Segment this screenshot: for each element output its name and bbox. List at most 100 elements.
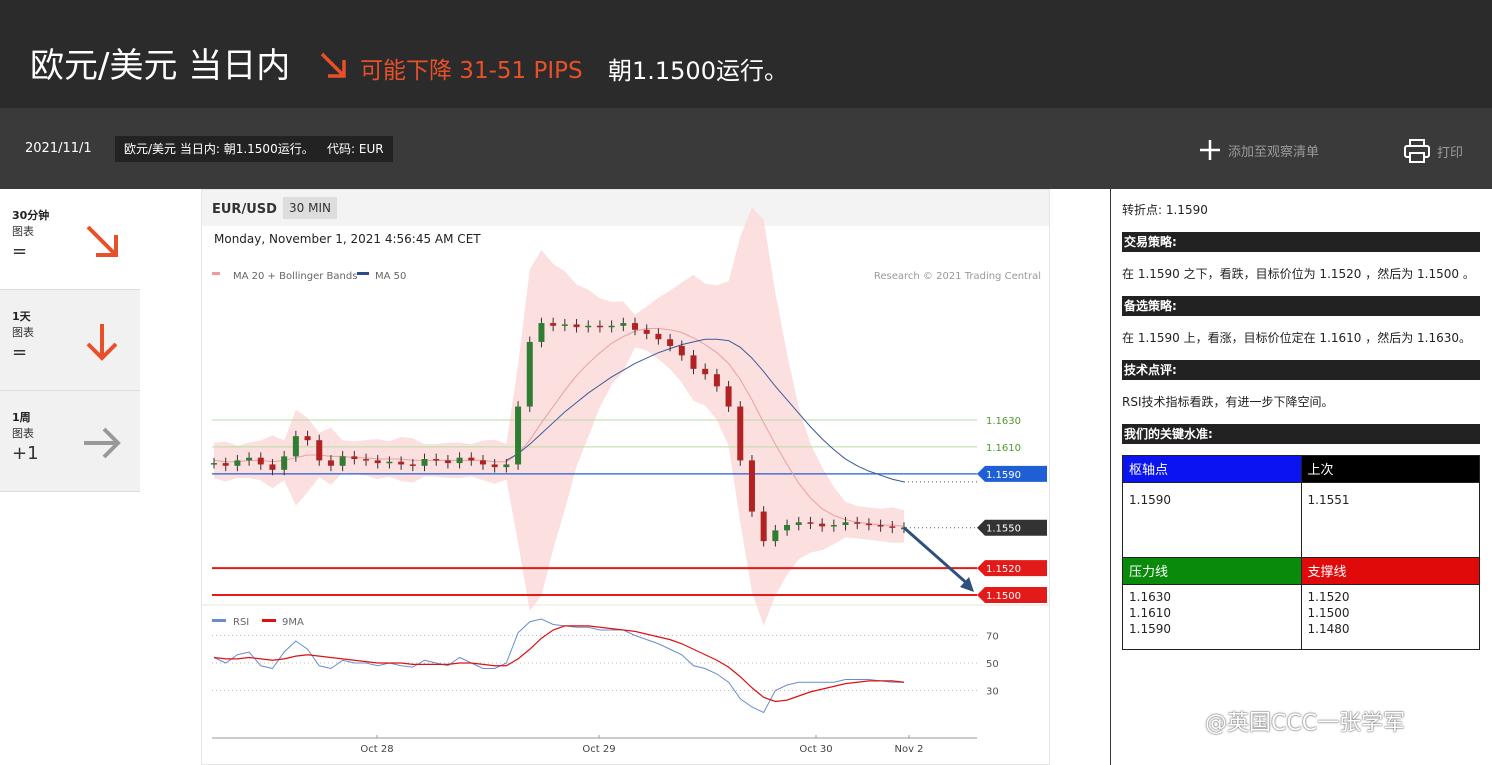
resistance-value: 1.1590 [1129,622,1171,636]
candle-body [561,324,568,326]
candle-body [234,460,241,466]
candle-body [363,459,370,461]
timeframe-sub: 图表 [12,225,34,238]
candle-body [398,461,405,465]
candle-body [211,463,217,465]
candle-body [479,460,486,465]
target-label: 1.1520 [986,564,1021,575]
rsi-legend: RSI [233,617,249,628]
candle-body [772,530,779,542]
support-value: 1.1480 [1307,622,1350,636]
timeframe-sub: 图表 [12,427,34,440]
print-button[interactable]: 打印 [1403,138,1463,164]
candle-body [596,325,603,328]
ma50-legend-swatch [357,272,369,275]
right-arrow-icon [84,427,121,459]
down-right-arrow-icon [86,225,118,257]
candle-body [292,436,299,457]
tech-comment-text: RSI技术指标看跌，有进一步下降空间。 [1122,395,1334,409]
support-header: 支撑线 [1300,557,1480,585]
strategy-text: 在 1.1590 之下，看跌，目标价位为 1.1520 ，然后为 1.1500 … [1122,267,1475,281]
down-arrow-icon [86,324,118,361]
timeframe-30min[interactable]: 30分钟 图表 = [0,189,140,290]
timeframe-score: = [12,342,28,363]
candle-body [433,459,440,461]
candle-body [760,511,767,542]
last-header: 上次 [1300,455,1480,483]
alt-strategy-text: 在 1.1590 上，看涨，目标价位定在 1.1610 ，然后为 1.1630。 [1122,331,1472,345]
candle-body [713,374,720,387]
candle-body [585,325,592,328]
page-title: 欧元/美元 当日内 [30,46,291,86]
candle-body [468,457,475,461]
rsi-tick-label: 70 [986,632,999,643]
alt-strategy-heading: 备选策略: [1122,296,1480,316]
candle-body [830,525,837,527]
candle-body [737,406,744,461]
resistance-label: 1.1630 [986,416,1021,427]
print-label: 打印 [1437,145,1464,161]
timeframe-list: 30分钟 图表 = 1天 图表 = 1周 图表 +1 [0,189,140,492]
candle-body [573,324,580,328]
candle-body [877,525,884,527]
candle-body [795,522,802,525]
pivot-label: 1.1590 [986,470,1021,481]
candle-body [608,325,615,328]
x-tick-label: Oct 28 [360,744,393,755]
pivot-text: 转折点: 1.1590 [1122,203,1208,217]
candle-body [316,440,323,461]
candle-body [643,329,650,334]
support-value: 1.1500 [1307,606,1350,620]
x-tick-label: Nov 2 [894,744,923,755]
pivot-header: 枢轴点 [1122,455,1302,483]
candle-body [620,323,627,326]
ma20-legend: MA 20 + Bollinger Bands [233,271,357,282]
report-date: 2021/11/1 [25,141,92,156]
candle-body [304,436,311,441]
rsi-ma-legend-swatch [262,619,276,622]
candle-body [421,459,428,466]
tech-comment-heading: 技术点评: [1122,360,1480,380]
candle-body [678,345,685,356]
timeframe-label: 1周 [12,411,31,424]
candle-body [491,464,498,468]
candle-body [374,460,381,464]
chart-canvas: MA 20 + Bollinger Bands MA 50 Research ©… [202,207,1049,755]
last-price-label: 1.1550 [986,524,1021,535]
printer-icon [1404,139,1430,163]
timeframe-label: 1天 [12,310,31,323]
down-right-arrow-icon [320,52,346,78]
candle-body [538,323,545,342]
candle-body [819,523,826,527]
candle-body [456,457,463,464]
pivot-value: 1.1590 [1122,482,1302,558]
candle-body [409,464,416,466]
candle-body [515,406,522,465]
rsi-legend-swatch [212,619,226,622]
projection-arrow [903,526,971,588]
x-tick-label: Oct 30 [799,744,832,755]
candle-body [281,456,288,470]
direction-text: 可能下降 31-51 PIPS [360,58,583,84]
rsi-ma-legend: 9MA [282,617,304,628]
ma20-legend-swatch [212,272,220,275]
candle-body [339,456,346,466]
resistance-header: 压力线 [1122,557,1302,585]
timeframe-label: 30分钟 [12,209,50,222]
header-bar: 欧元/美元 当日内 可能下降 31-51 PIPS 朝1.1500运行。 [0,0,1492,108]
analysis-panel: 转折点: 1.1590 交易策略: 在 1.1590 之下，看跌，目标价位为 1… [1110,189,1492,765]
candle-body [842,522,849,525]
rsi-panel: 70 50 30 [212,618,999,714]
candle-body [503,464,510,468]
candle-body [550,323,557,326]
timeframe-1week[interactable]: 1周 图表 +1 [0,391,140,492]
add-watchlist-button[interactable]: 添加至观察清单 [1198,138,1319,162]
timeframe-1day[interactable]: 1天 图表 = [0,290,140,391]
target-label: 1.1500 [986,591,1021,602]
timeframe-score: = [12,241,28,262]
candle-body [386,461,393,464]
strategy-heading: 交易策略: [1122,232,1480,252]
rsi-line [213,618,904,714]
last-value: 1.1551 [1300,482,1480,558]
candle-body [269,464,276,470]
